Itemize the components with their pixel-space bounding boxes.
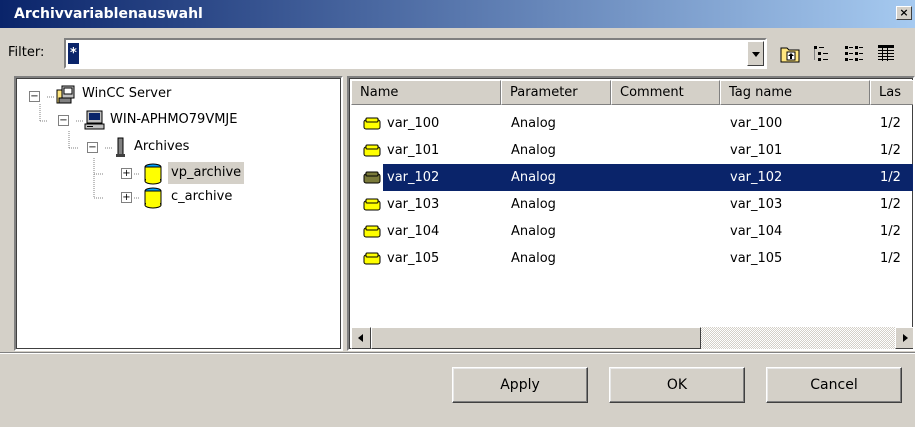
apply-button[interactable]: Apply — [452, 367, 588, 403]
filter-label: Filter: — [8, 45, 45, 60]
variable-icon — [363, 198, 381, 211]
expand-c-archive-toggle[interactable]: + — [121, 192, 132, 203]
tree-item-server[interactable]: WinCC Server — [82, 83, 171, 105]
cell-parameter: Analog — [511, 116, 556, 131]
cell-comment — [621, 218, 721, 245]
cell-tag: var_104 — [730, 224, 783, 239]
variable-icon — [363, 144, 381, 157]
cell-last: 1/2 — [880, 170, 901, 185]
cell-comment — [621, 245, 721, 272]
title-bar: Archivvariablenauswahl — [0, 0, 915, 28]
cell-parameter: Analog — [511, 170, 556, 185]
small-icons-view-icon[interactable] — [841, 40, 867, 66]
table-row[interactable]: var_101 Analog var_101 1/2 — [351, 137, 913, 164]
tree-item-c-archive[interactable]: c_archive — [171, 186, 232, 208]
variable-icon — [363, 225, 381, 238]
cell-name: var_105 — [387, 251, 440, 266]
collapse-server-toggle[interactable]: − — [29, 91, 40, 102]
table-row[interactable]: var_103 Analog var_103 1/2 — [351, 191, 913, 218]
cell-last: 1/2 — [880, 224, 901, 239]
variable-icon — [363, 171, 381, 184]
collapse-archives-toggle[interactable]: − — [87, 142, 98, 153]
expand-vp-archive-toggle[interactable]: + — [121, 168, 132, 179]
cell-tag: var_102 — [730, 170, 783, 185]
cell-tag: var_100 — [730, 116, 783, 131]
variable-icon — [363, 252, 381, 265]
close-icon: × — [899, 6, 909, 19]
database-icon — [142, 186, 164, 214]
cell-comment — [621, 110, 721, 137]
cell-comment — [621, 191, 721, 218]
scroll-right-button[interactable] — [895, 327, 913, 349]
cell-name: var_100 — [387, 116, 440, 131]
filter-input[interactable]: * — [68, 43, 79, 64]
cell-parameter: Analog — [511, 251, 556, 266]
cell-tag: var_105 — [730, 251, 783, 266]
collapse-computer-toggle[interactable]: − — [58, 115, 69, 126]
column-header-last[interactable]: Las — [870, 80, 913, 105]
cell-tag: var_103 — [730, 197, 783, 212]
table-row[interactable]: var_105 Analog var_105 1/2 — [351, 245, 913, 272]
cell-parameter: Analog — [511, 224, 556, 239]
scroll-thumb[interactable] — [371, 327, 701, 349]
cell-last: 1/2 — [880, 251, 901, 266]
archives-icon — [113, 136, 129, 164]
separator — [0, 352, 915, 354]
folder-up-icon[interactable] — [777, 40, 803, 66]
tree-item-computer[interactable]: WIN-APHMO79VMJE — [110, 109, 237, 131]
cancel-button[interactable]: Cancel — [766, 367, 902, 403]
filter-dropdown-button[interactable] — [747, 41, 764, 66]
ok-button[interactable]: OK — [609, 367, 745, 403]
table-row[interactable]: var_100 Analog var_100 1/2 — [351, 110, 913, 137]
variable-list[interactable]: Name Parameter Comment Tag name Las var_… — [347, 76, 915, 351]
table-row[interactable]: var_104 Analog var_104 1/2 — [351, 218, 913, 245]
column-header-parameter[interactable]: Parameter — [501, 80, 611, 105]
cell-tag: var_101 — [730, 143, 783, 158]
close-button[interactable]: × — [896, 6, 912, 20]
cell-last: 1/2 — [880, 116, 901, 131]
cell-comment — [621, 164, 721, 191]
horizontal-scrollbar[interactable] — [351, 327, 913, 349]
tree-item-vp-archive[interactable]: vp_archive — [168, 162, 245, 184]
cell-name: var_103 — [387, 197, 440, 212]
cell-parameter: Analog — [511, 197, 556, 212]
cell-last: 1/2 — [880, 143, 901, 158]
scroll-left-button[interactable] — [351, 327, 371, 349]
cell-name: var_102 — [387, 170, 440, 185]
tree-item-archives[interactable]: Archives — [134, 136, 189, 158]
cell-comment — [621, 137, 721, 164]
filter-combobox[interactable]: * — [64, 38, 767, 69]
cell-parameter: Analog — [511, 143, 556, 158]
table-row[interactable]: var_102 Analog var_102 1/2 — [351, 164, 913, 191]
archive-tree[interactable]: − WinCC Server − WIN-APHMO79VMJE − Archi… — [14, 76, 343, 351]
details-view-icon[interactable] — [873, 40, 899, 66]
window-title: Archivvariablenauswahl — [14, 6, 203, 22]
variable-icon — [363, 117, 381, 130]
computer-icon — [84, 109, 106, 135]
list-view-icon[interactable] — [809, 40, 835, 66]
column-header-tag-name[interactable]: Tag name — [720, 80, 870, 105]
column-header-comment[interactable]: Comment — [611, 80, 720, 105]
server-icon — [54, 84, 78, 110]
column-header-name[interactable]: Name — [351, 80, 501, 105]
cell-name: var_104 — [387, 224, 440, 239]
cell-last: 1/2 — [880, 197, 901, 212]
cell-name: var_101 — [387, 143, 440, 158]
